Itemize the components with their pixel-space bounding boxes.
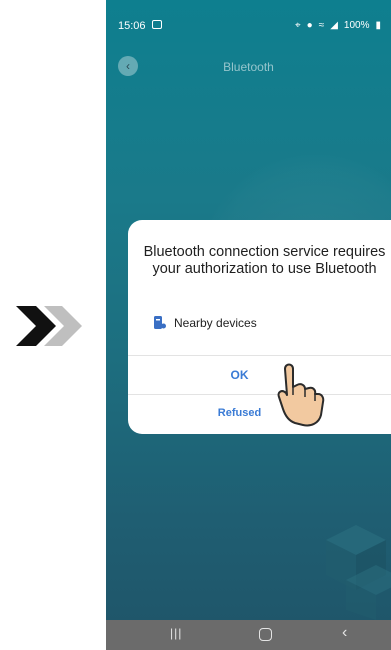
nearby-devices-icon (154, 316, 166, 329)
app-bar: ‹ Bluetooth (106, 48, 391, 84)
permission-row: Nearby devices (154, 316, 257, 330)
battery-percent: 100% (343, 20, 370, 31)
pointing-hand-icon (277, 363, 325, 427)
recents-button[interactable]: ||| (170, 626, 182, 640)
background-cubes-graphic (326, 525, 391, 620)
phone-screen: 15:06 ⌖ ● ≈ ◢ 100% ▮ ‹ Bluetooth Bluetoo… (106, 0, 391, 650)
system-nav-bar: ||| ‹ (106, 620, 391, 650)
double-chevron-right-icon (16, 306, 82, 346)
signal-icon: ◢ (330, 20, 338, 31)
location-icon: ● (306, 20, 313, 31)
permission-dialog: Bluetooth connection service requires yo… (128, 220, 391, 434)
dialog-title: Bluetooth connection service requires yo… (143, 244, 386, 277)
wifi-icon: ≈ (318, 20, 325, 31)
status-time: 15:06 (118, 20, 146, 32)
home-button[interactable] (259, 628, 272, 641)
gallery-notification-icon (152, 20, 162, 29)
ok-button[interactable]: OK (128, 356, 391, 394)
battery-icon: ▮ (375, 20, 381, 31)
refused-button[interactable]: Refused (128, 395, 391, 431)
permission-label: Nearby devices (174, 316, 257, 330)
nav-back-button[interactable]: ‹ (342, 624, 347, 642)
status-bar: 15:06 ⌖ ● ≈ ◢ 100% ▮ (106, 0, 391, 40)
page-title: Bluetooth (223, 60, 274, 74)
nfc-icon: ⌖ (295, 20, 301, 31)
